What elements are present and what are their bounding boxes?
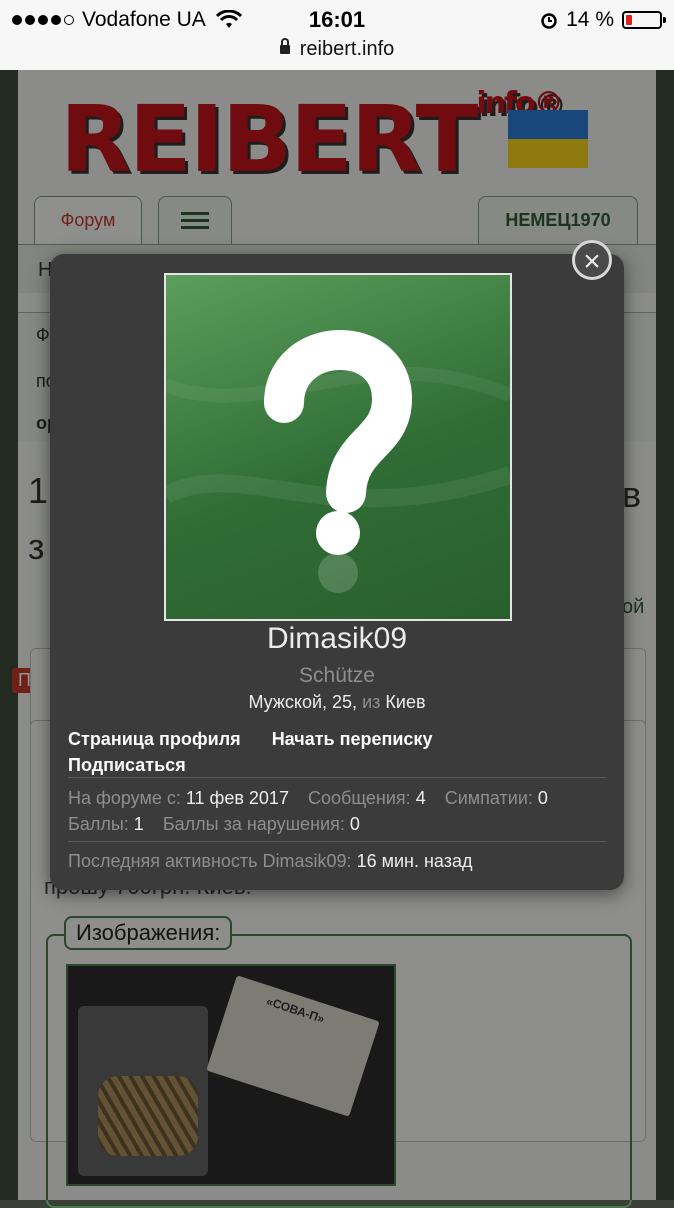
ios-status-bar: Vodafone UA 16:01 14 % reibert.info (0, 0, 674, 70)
profile-actions: Страница профиля Начать переписку Подпис… (68, 726, 458, 778)
shells-shape (98, 1076, 198, 1156)
address-bar[interactable]: reibert.info (0, 38, 674, 61)
alarm-icon (541, 13, 557, 29)
points-label: Баллы: (68, 814, 129, 834)
likes-value: 0 (537, 788, 548, 808)
tab-forum[interactable]: Форум (34, 196, 142, 244)
warning-points-label: Баллы за нарушения: (162, 814, 345, 834)
lock-icon (279, 38, 290, 54)
profile-page-link[interactable]: Страница профиля (68, 729, 241, 749)
points-value[interactable]: 1 (134, 814, 144, 834)
question-mark-icon (166, 330, 510, 593)
gender-age: Мужской, 25, (248, 692, 358, 712)
divider (68, 777, 606, 778)
attachment-thumbnail[interactable]: «СОВА-П» (66, 964, 396, 1186)
user-location[interactable]: Киев (385, 692, 425, 712)
user-avatar[interactable] (164, 273, 512, 621)
joined-label: На форуме с: (68, 788, 181, 808)
tab-user-account[interactable]: НЕМЕЦ1970 (478, 196, 638, 244)
thread-title-fragment: 1 (28, 470, 49, 511)
logo-text: REIBERT (60, 86, 478, 193)
ukraine-flag-icon (508, 110, 588, 168)
thread-link-fragment[interactable]: ой (622, 596, 644, 619)
url-text: reibert.info (299, 38, 395, 60)
warning-points-value: 0 (349, 814, 360, 834)
menu-tab[interactable] (158, 196, 232, 244)
user-info-line: Мужской, 25, из Киев (50, 692, 624, 713)
thread-title-fragment: з (28, 526, 45, 567)
joined-value: 11 фев 2017 (185, 788, 289, 808)
close-icon[interactable]: × (572, 240, 612, 280)
messages-label: Сообщения: (307, 788, 411, 808)
battery-info: 14 % (540, 8, 666, 32)
thread-title-fragment: в (622, 474, 642, 515)
attachments-label: Изображения: (64, 916, 233, 950)
list-icon (181, 212, 209, 229)
box-shape: «СОВА-П» (206, 975, 380, 1117)
member-card-popup: Dimasik09 Schütze Мужской, 25, из Киев С… (50, 254, 624, 890)
messages-value[interactable]: 4 (416, 788, 426, 808)
start-conversation-link[interactable]: Начать переписку (272, 729, 433, 749)
breadcrumb-item[interactable]: Ф (36, 325, 50, 346)
user-title: Schütze (299, 664, 375, 687)
last-activity: Последняя активность Dimasik09: 16 мин. … (68, 848, 487, 874)
site-logo[interactable]: REIBERTinfo® (60, 86, 564, 193)
follow-link[interactable]: Подписаться (68, 755, 186, 775)
username[interactable]: Dimasik09 (50, 622, 624, 656)
last-activity-label: Последняя активность Dimasik09: (68, 851, 352, 871)
battery-percent: 14 % (566, 8, 614, 31)
battery-icon (622, 11, 666, 29)
likes-label: Симпатии: (444, 788, 533, 808)
box-label: «СОВА-П» (264, 994, 327, 1026)
from-word: из (362, 692, 381, 712)
user-stats: На форуме с: 11 фев 2017 Сообщения: 4 Си… (68, 785, 562, 837)
last-activity-value: 16 мин. назад (356, 851, 473, 871)
divider (68, 841, 606, 842)
